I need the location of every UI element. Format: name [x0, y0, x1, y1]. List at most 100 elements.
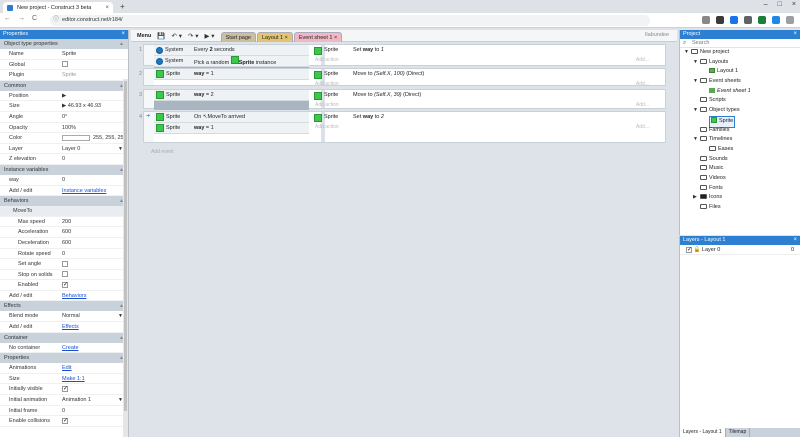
close-window-button[interactable]: ×	[792, 1, 796, 8]
tree-item-layouts[interactable]: ▼ Layouts	[680, 58, 800, 68]
property-row[interactable]: Global	[0, 60, 128, 71]
checkbox[interactable]	[62, 271, 68, 278]
tree-item-fonts[interactable]: Fonts	[680, 184, 800, 194]
property-link[interactable]: Instance variables	[62, 188, 106, 194]
tab-start-page[interactable]: Start page	[220, 31, 256, 42]
property-row[interactable]: Opacity 100%	[0, 123, 128, 134]
event-block[interactable]: 1 System Every 2 seconds System Pick a rando…	[139, 44, 666, 74]
bottom-tab-tilemap[interactable]: Tilemap	[726, 428, 751, 437]
tree-item-icons[interactable]: ▶ Icons	[680, 193, 800, 203]
property-value[interactable]: 0	[58, 406, 128, 416]
property-row[interactable]: Position ▶	[0, 91, 128, 102]
forward-icon[interactable]: →	[18, 15, 25, 22]
property-row[interactable]: Initial animation Animation 1 ▼	[0, 395, 128, 406]
property-value[interactable]	[58, 280, 128, 290]
property-row[interactable]: Size ▶ 46.93 x 46.93	[0, 101, 128, 112]
property-value[interactable]: 255, 255, 255	[58, 133, 128, 143]
add-event-link[interactable]: Add event	[151, 149, 174, 155]
property-row[interactable]: Name Sprite	[0, 49, 128, 60]
property-section-header[interactable]: Container ▲	[0, 332, 128, 343]
property-link[interactable]: Behaviors	[62, 293, 86, 299]
property-value[interactable]	[58, 270, 128, 280]
event-gutter[interactable]	[144, 90, 154, 108]
chevron-down-icon[interactable]: ▼	[693, 58, 698, 68]
property-value[interactable]: 0	[58, 249, 128, 259]
extension-icon[interactable]	[772, 16, 780, 24]
property-link[interactable]: Effects	[62, 324, 79, 330]
preview-play-icon[interactable]: ▶ ▾	[205, 32, 215, 40]
property-row[interactable]: Z elevation 0	[0, 154, 128, 165]
tree-item-new-project[interactable]: ▼ New project	[680, 48, 800, 58]
chevron-down-icon[interactable]: ▼	[684, 48, 689, 58]
condition-row[interactable]: Sprite way = 1	[154, 123, 309, 134]
condition-row[interactable]: Sprite way = 2	[154, 90, 309, 101]
tree-item-event-sheets[interactable]: ▼ Event sheets	[680, 77, 800, 87]
property-row[interactable]: MoveTo	[0, 206, 128, 217]
property-value[interactable]	[58, 60, 128, 70]
redo-icon[interactable]: ↷ ▾	[188, 32, 199, 40]
property-value[interactable]: Normal ▼	[58, 311, 128, 321]
property-value[interactable]: 600	[58, 227, 128, 237]
property-row[interactable]: Layer Layer 0 ▼	[0, 144, 128, 155]
extension-icon[interactable]	[730, 16, 738, 24]
add-action-link[interactable]: Add action Add...	[313, 80, 653, 89]
chevron-right-icon[interactable]: ▶	[693, 193, 697, 203]
condition-row[interactable]: System Every 2 seconds	[154, 45, 309, 56]
chevron-down-icon[interactable]: ▼	[693, 106, 698, 116]
property-row[interactable]: Blend mode Normal ▼	[0, 311, 128, 323]
property-value[interactable]	[58, 259, 128, 269]
extension-icon[interactable]	[744, 16, 752, 24]
event-block[interactable]: 4 ➜ Sprite On ↖MoveTo arrived Sprite way = 1S…	[139, 111, 666, 143]
tree-item-videos[interactable]: Videos	[680, 174, 800, 184]
chevron-down-icon[interactable]: ▼	[693, 135, 698, 145]
user-name[interactable]: llabundee	[645, 32, 669, 38]
menu-button[interactable]: Menu	[131, 33, 157, 39]
tab-layout-1[interactable]: Layout 1 ×	[256, 31, 293, 42]
property-row[interactable]: Rotate speed 0	[0, 249, 128, 260]
property-value[interactable]: Edit	[58, 363, 128, 373]
tree-item-eases[interactable]: Eases	[680, 145, 800, 155]
properties-scrollbar[interactable]	[123, 79, 128, 437]
chevron-down-icon[interactable]: ▼	[693, 77, 698, 87]
tree-item-sounds[interactable]: Sounds	[680, 155, 800, 165]
property-value[interactable]: 100%	[58, 123, 128, 133]
property-value[interactable]: 0°	[58, 112, 128, 122]
property-row[interactable]: Enable collisions	[0, 416, 128, 427]
property-value[interactable]: 0	[58, 175, 128, 185]
tab-event-sheet-1[interactable]: Event sheet 1 ×	[293, 31, 343, 42]
event-block[interactable]: 2 Sprite way = 1 Sprite Move to (Self.X, 100…	[139, 68, 666, 89]
condition-row[interactable]: System Pick a random Sprite instance	[154, 56, 309, 67]
property-row[interactable]: Enabled	[0, 280, 128, 291]
browser-tab[interactable]: New project - Construct 3 beta ×	[3, 2, 113, 13]
property-link[interactable]: Create	[62, 345, 79, 351]
property-row[interactable]: Angle 0°	[0, 112, 128, 123]
tree-item-layout-1[interactable]: Layout 1	[680, 67, 800, 77]
property-row[interactable]: Animations Edit	[0, 363, 128, 374]
close-tab-icon[interactable]: ×	[285, 35, 288, 41]
action-row[interactable]: Sprite Set way to 2	[313, 112, 653, 123]
add-action-link[interactable]: Add action Add...	[313, 101, 653, 110]
project-search-input[interactable]: ⌕ Search	[680, 39, 800, 48]
layer-row[interactable]: 🔓 Layer 0 0	[680, 245, 800, 255]
tree-item-sprite[interactable]: Sprite	[680, 115, 800, 128]
property-row[interactable]: Initially visible	[0, 384, 128, 396]
save-icon[interactable]: 💾	[157, 32, 165, 40]
property-row[interactable]: Acceleration 600	[0, 227, 128, 238]
property-section-header[interactable]: Behaviors ▲	[0, 196, 128, 207]
maximize-button[interactable]: □	[778, 1, 782, 8]
tree-item-families[interactable]: Families	[680, 126, 800, 136]
property-link[interactable]: Edit	[62, 365, 71, 371]
property-value[interactable]: Make 1:1	[58, 374, 128, 384]
property-row[interactable]: Color 255, 255, 255	[0, 133, 128, 144]
property-row[interactable]: Add / edit Instance variables	[0, 186, 128, 197]
tree-item-object-types[interactable]: ▼ Object types	[680, 106, 800, 116]
property-row[interactable]: Deceleration 600	[0, 238, 128, 249]
property-section-header[interactable]: Instance variables ▲	[0, 164, 128, 175]
extension-icon[interactable]	[786, 16, 794, 24]
event-gutter[interactable]	[144, 69, 154, 85]
property-value[interactable]: ▶ 46.93 x 46.93	[58, 101, 128, 111]
property-value[interactable]: Sprite	[58, 49, 128, 59]
lock-icon[interactable]: 🔓	[692, 247, 702, 253]
undo-icon[interactable]: ↶ ▾	[171, 32, 182, 40]
checkbox[interactable]	[62, 260, 68, 267]
